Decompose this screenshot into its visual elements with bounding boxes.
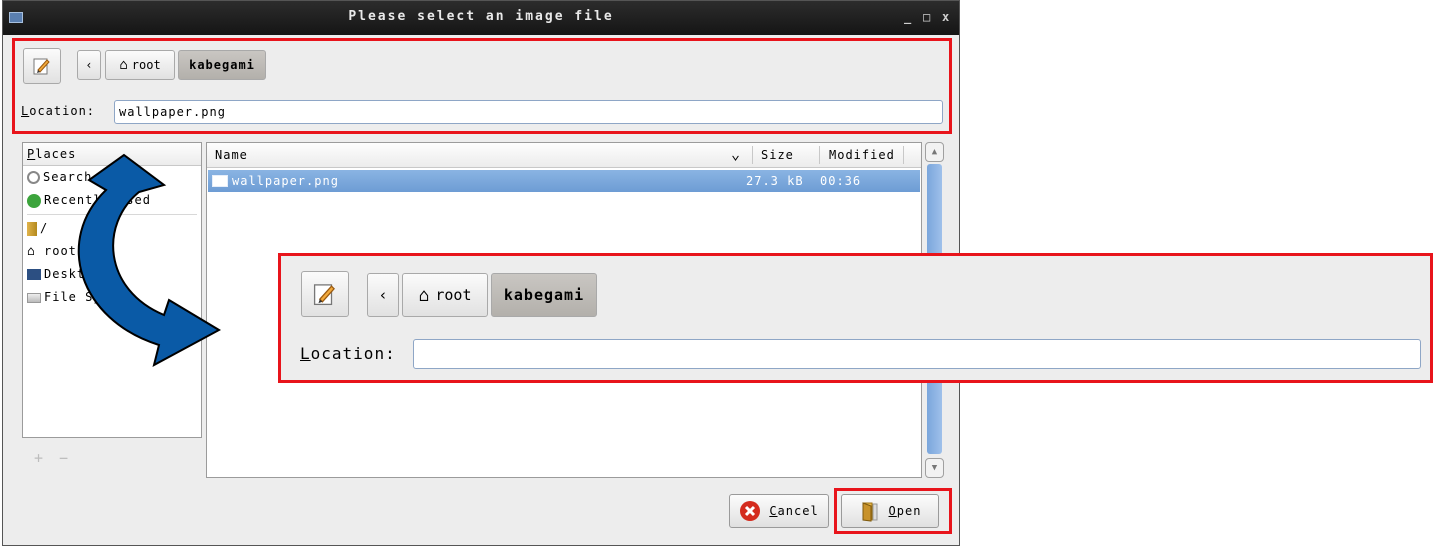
column-separator[interactable]: [752, 146, 753, 164]
folder-icon: [27, 221, 37, 236]
scroll-up-button[interactable]: ▲: [925, 142, 944, 162]
zoom-location-label: Location:: [300, 344, 396, 363]
column-separator[interactable]: [903, 146, 904, 164]
maximize-button[interactable]: □: [923, 10, 930, 24]
curved-arrow-icon: [77, 153, 222, 367]
desktop-icon: [27, 269, 41, 280]
home-icon: ⌂: [27, 243, 36, 259]
file-size: 27.3 kB: [746, 174, 804, 188]
recent-icon: [27, 193, 41, 208]
title-bar[interactable]: Please select an image file _ □ x: [3, 1, 959, 35]
zoom-path-back-button[interactable]: ‹: [367, 273, 399, 317]
places-footer: + −: [22, 440, 202, 476]
file-list-header: Name ⌄ Size Modified: [207, 143, 921, 168]
zoom-path-crumb-root[interactable]: ⌂ root: [402, 273, 488, 317]
cancel-icon: [740, 501, 761, 521]
remove-bookmark-button[interactable]: −: [59, 449, 68, 467]
cancel-label: Cancel: [769, 504, 819, 518]
highlight-box-open: [834, 488, 952, 534]
minimize-button[interactable]: _: [904, 10, 911, 24]
column-separator[interactable]: [819, 146, 820, 164]
zoom-path-crumb-root-label: root: [435, 286, 472, 304]
zoom-edit-location-button[interactable]: [301, 271, 349, 317]
highlight-box-pathbar: [12, 38, 952, 134]
zoom-location-input[interactable]: [413, 339, 1421, 369]
column-size[interactable]: Size: [761, 148, 794, 162]
column-modified[interactable]: Modified: [829, 148, 895, 162]
file-row[interactable]: wallpaper.png 27.3 kB 00:36: [208, 170, 920, 192]
home-icon: ⌂: [418, 284, 430, 306]
window-title: Please select an image file: [348, 9, 614, 24]
zoom-path-crumb-kabegami[interactable]: kabegami: [491, 273, 597, 317]
scroll-down-button[interactable]: ▼: [925, 458, 944, 478]
sort-arrow-icon[interactable]: ⌄: [731, 145, 741, 163]
add-bookmark-button[interactable]: +: [34, 449, 43, 467]
pencil-icon: [313, 284, 335, 306]
cancel-button[interactable]: Cancel: [729, 494, 829, 528]
file-modified: 00:36: [820, 174, 862, 188]
close-button[interactable]: x: [942, 10, 949, 24]
file-name: wallpaper.png: [232, 174, 339, 188]
drive-icon: [27, 292, 41, 303]
zoomed-pathbar-callout: ‹ ⌂ root kabegami Location:: [278, 253, 1433, 383]
search-icon: [27, 171, 40, 184]
